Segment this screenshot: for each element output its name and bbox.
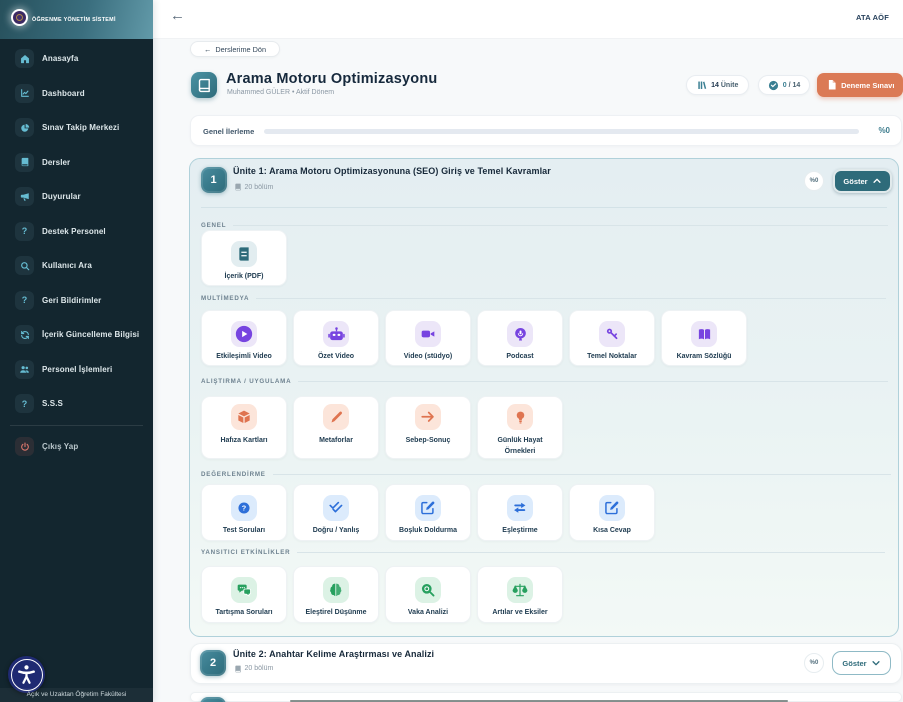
svg-text:?: ? [242,504,247,513]
